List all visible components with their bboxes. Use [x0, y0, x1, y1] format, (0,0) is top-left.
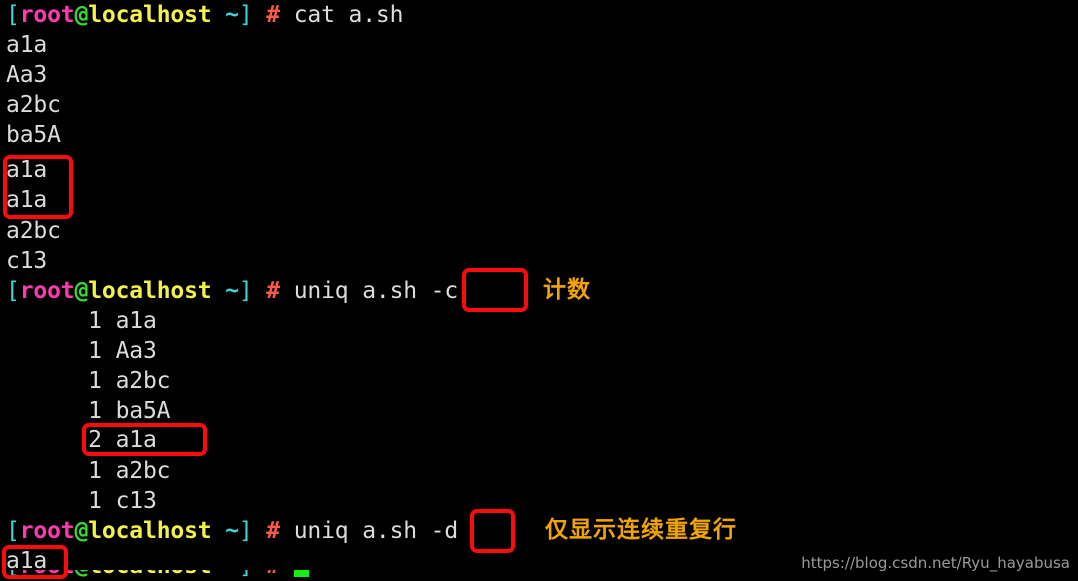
prompt-sigil: #: [266, 278, 280, 304]
terminal-output-line: ba5A: [6, 122, 61, 148]
terminal-output-line: a2bc: [6, 218, 61, 244]
terminal-output-count-row: 1 c13: [6, 488, 157, 514]
prompt-close-bracket: ]: [239, 570, 253, 579]
prompt-path: ~: [211, 278, 239, 304]
command-text: uniq a.sh -c: [293, 278, 459, 304]
terminal-output-line-duplicate-2: a1a: [6, 187, 48, 213]
terminal-output-count-row-highlighted: 2 a1a: [6, 427, 157, 453]
prompt-host: localhost: [88, 518, 212, 544]
terminal-output-count-row: 1 a2bc: [6, 368, 171, 394]
prompt-path: ~: [211, 2, 239, 28]
terminal-line-prompt-uniq-d: [root@localhost ~] # uniq a.sh -d: [6, 516, 458, 546]
prompt-close-bracket: ]: [238, 278, 253, 304]
prompt-user: root: [19, 278, 75, 304]
terminal-line-prompt-next: [root@localhost ~] #: [6, 570, 309, 581]
terminal-output-count-row: 1 a2bc: [6, 458, 171, 484]
annotation-count-note: 计数: [543, 277, 591, 303]
prompt-close-bracket: ]: [238, 518, 253, 544]
terminal-output-count-row: 1 a1a: [6, 308, 157, 334]
terminal-output-count-row: 1 Aa3: [6, 338, 157, 364]
prompt-host: localhost: [88, 2, 212, 28]
prompt-open-bracket: [: [6, 518, 20, 544]
prompt-user: root: [19, 2, 75, 28]
terminal-output-count-row: 1 ba5A: [6, 398, 171, 424]
watermark: https://blog.csdn.net/Ryu_hayabusa: [801, 554, 1070, 572]
annotation-duplicate-note: 仅显示连续重复行: [545, 517, 737, 543]
terminal-output-line: Aa3: [6, 62, 48, 88]
terminal-output-line: a1a: [6, 32, 48, 58]
prompt-open-bracket: [: [6, 2, 20, 28]
prompt-at-sign: @: [75, 570, 89, 579]
terminal-output-line-duplicate-1: a1a: [6, 157, 48, 183]
flag-d-box: [470, 509, 515, 553]
prompt-close-bracket: ]: [238, 2, 253, 28]
command-text: cat a.sh: [293, 2, 404, 28]
prompt-at-sign: @: [74, 518, 89, 544]
prompt-host: localhost: [88, 278, 212, 304]
prompt-open-bracket: [: [6, 570, 20, 579]
prompt-at-sign: @: [74, 2, 89, 28]
prompt-at-sign: @: [74, 278, 89, 304]
prompt-path: ~: [211, 570, 239, 579]
prompt-open-bracket: [: [6, 278, 20, 304]
prompt-user: root: [19, 518, 75, 544]
prompt-path: ~: [211, 518, 239, 544]
terminal-output-line: c13: [6, 248, 48, 274]
terminal-line-prompt-cat: [root@localhost ~] # cat a.sh: [6, 0, 403, 30]
command-text: uniq a.sh -d: [293, 518, 459, 544]
text-cursor: [293, 570, 309, 577]
prompt-user: root: [20, 570, 75, 579]
prompt-sigil: #: [266, 518, 280, 544]
terminal-output-line: a2bc: [6, 92, 61, 118]
prompt-sigil: #: [266, 2, 280, 28]
terminal-line-prompt-uniq-c: [root@localhost ~] # uniq a.sh -c: [6, 276, 458, 306]
terminal-window[interactable]: [root@localhost ~] # cat a.sh a1a Aa3 a2…: [0, 0, 1078, 581]
prompt-host: localhost: [88, 570, 211, 579]
prompt-sigil: #: [266, 570, 280, 579]
flag-c-box: [462, 268, 528, 312]
